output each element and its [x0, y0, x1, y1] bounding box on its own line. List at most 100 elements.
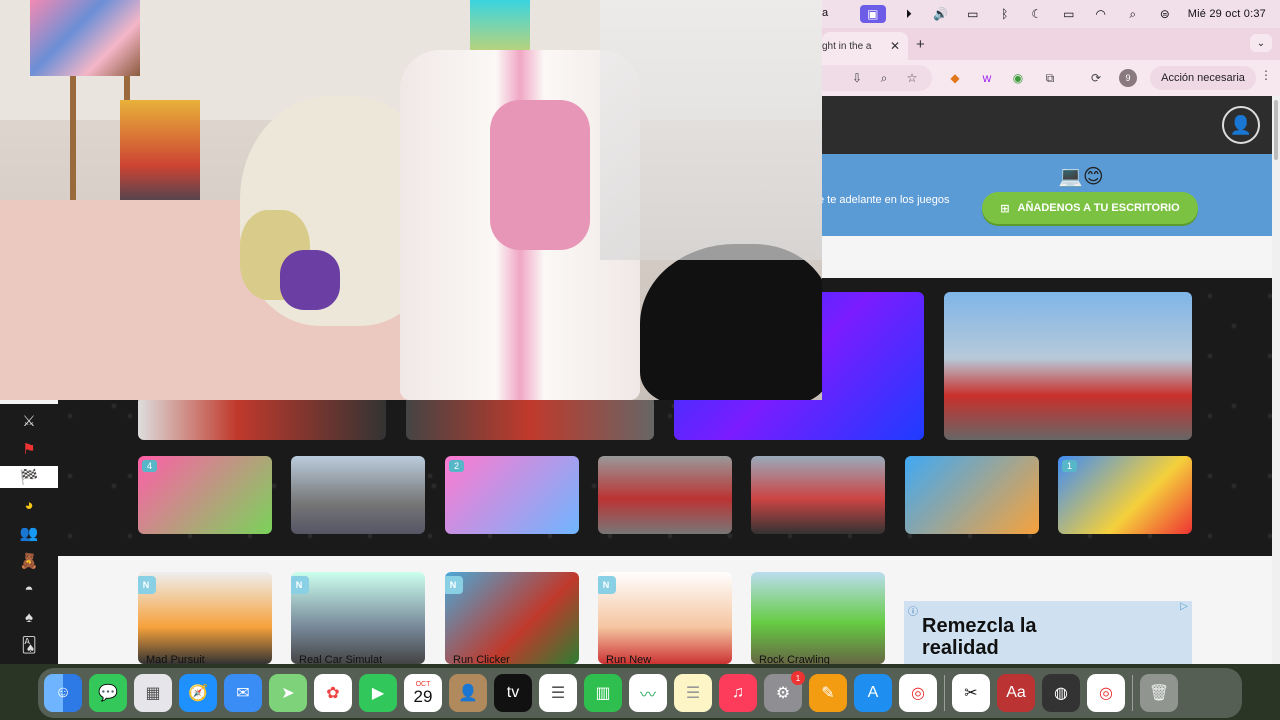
new-tab-button[interactable]: +: [916, 36, 925, 53]
facetime-icon[interactable]: ▶: [359, 674, 397, 712]
game-tile-new-4[interactable]: N Run New: [598, 572, 732, 664]
game-tile-new-5[interactable]: Rock Crawling: [751, 572, 885, 664]
webcam-overlay: [0, 0, 822, 400]
numbers-icon[interactable]: ▥: [584, 674, 622, 712]
sync-icon[interactable]: ⟳: [1087, 69, 1105, 87]
ad-headline: Remezcla la realidad: [922, 615, 1037, 659]
game-tile-kart-2[interactable]: [406, 396, 654, 440]
freeform-icon[interactable]: 〰: [629, 674, 667, 712]
new-badge: N: [598, 576, 616, 594]
game-tile-7[interactable]: 1: [1058, 456, 1192, 534]
game-tile-kart[interactable]: [138, 396, 386, 440]
game-tile-new-3[interactable]: N Run Clicker: [445, 572, 579, 664]
play-icon[interactable]: ⏵: [900, 7, 918, 21]
ad-close-icon[interactable]: ▷: [1180, 601, 1188, 612]
search-icon[interactable]: ⌕: [1124, 7, 1142, 21]
add-to-desktop-button[interactable]: ⊞ AÑADENOS A TU ESCRITORIO: [982, 192, 1198, 224]
capcut-icon[interactable]: ✂: [952, 674, 990, 712]
chat-extension-icon[interactable]: ◉: [1009, 69, 1027, 87]
pacman-icon[interactable]: ◕: [17, 494, 41, 516]
laptop-emoji-icon: 💻😊: [1058, 166, 1104, 188]
game-tile-6[interactable]: [905, 456, 1039, 534]
volume-icon[interactable]: 🔊: [932, 7, 950, 21]
adchoices-icon[interactable]: ⓘ: [908, 603, 918, 618]
maps-icon[interactable]: ➤: [269, 674, 307, 712]
control-center-icon[interactable]: ⊜: [1156, 7, 1174, 21]
user-account-icon[interactable]: 👤: [1222, 106, 1260, 144]
ad-title-line2: realidad: [922, 637, 999, 659]
profile-avatar[interactable]: 9: [1119, 69, 1137, 87]
chrome-icon[interactable]: ◎: [899, 674, 937, 712]
swords-icon[interactable]: ⚔: [17, 410, 41, 432]
game-tile-new-2[interactable]: N Real Car Simulat: [291, 572, 425, 664]
obs-icon[interactable]: ◍: [1042, 674, 1080, 712]
reminders-icon[interactable]: ☰: [539, 674, 577, 712]
flag-icon[interactable]: ⚑: [17, 438, 41, 460]
metamask-extension-icon[interactable]: ◆: [946, 69, 964, 87]
game-tile-4[interactable]: [598, 456, 732, 534]
game-title: Real Car Simulat: [299, 654, 383, 664]
contacts-icon[interactable]: 👤: [449, 674, 487, 712]
tab-search-button[interactable]: ⌄: [1250, 34, 1272, 52]
calendar-icon[interactable]: OCT 29: [404, 674, 442, 712]
category-sidebar: ⚔ ⚑ 🏁 ◕ 👥 🧸 ◓ ♠ 🂡: [0, 404, 58, 664]
scrollbar-thumb[interactable]: [1274, 100, 1278, 160]
players-badge: 4: [142, 460, 158, 472]
game-tile-1[interactable]: 4: [138, 456, 272, 534]
display-icon[interactable]: ▭: [964, 7, 982, 21]
safari-icon[interactable]: 🧭: [179, 674, 217, 712]
app-store-icon[interactable]: A: [854, 674, 892, 712]
two-players-icon[interactable]: 👥: [17, 522, 41, 544]
screen-record-icon[interactable]: ▣: [859, 5, 886, 23]
mail-icon[interactable]: ✉: [224, 674, 262, 712]
moon-icon[interactable]: ☾: [1028, 7, 1046, 21]
chair-pillow: [490, 100, 590, 250]
launchpad-icon[interactable]: ▦: [134, 674, 172, 712]
menubar-clock[interactable]: Mié 29 oct 0:37: [1188, 8, 1266, 20]
apple-tv-icon[interactable]: tv: [494, 674, 532, 712]
action-required-button[interactable]: Acción necesaria: [1150, 66, 1256, 90]
page-scrollbar[interactable]: [1272, 96, 1280, 664]
bluetooth-icon[interactable]: ᛒ: [996, 7, 1014, 21]
photos-icon[interactable]: ✿: [314, 674, 352, 712]
dictionary-icon[interactable]: Aa: [997, 674, 1035, 712]
players-badge: 1: [1062, 460, 1078, 472]
trash-icon[interactable]: 🗑: [1140, 674, 1178, 712]
install-app-icon[interactable]: ⇩: [848, 69, 866, 87]
game-title: Mad Pursuit: [146, 654, 205, 664]
tab-active[interactable]: ght in the a ✕: [822, 32, 908, 60]
notes-icon[interactable]: ☰: [674, 674, 712, 712]
cards-icon[interactable]: 🂡: [17, 634, 41, 656]
tab-title: ght in the a: [822, 40, 872, 52]
game-tile-f1-racing[interactable]: [944, 292, 1192, 440]
painting-canvas: [30, 0, 140, 76]
pages-icon[interactable]: ✎: [809, 674, 847, 712]
tab-close-icon[interactable]: ✕: [890, 39, 900, 53]
game-tile-3[interactable]: 2: [445, 456, 579, 534]
music-icon[interactable]: ♫: [719, 674, 757, 712]
pokeball-icon[interactable]: ◓: [17, 578, 41, 600]
game-title: Rock Crawling: [759, 654, 830, 664]
game-title: Run Clicker: [453, 654, 510, 664]
poster: [120, 100, 200, 210]
new-badge: N: [138, 576, 156, 594]
game-tile-5[interactable]: [751, 456, 885, 534]
battery-icon[interactable]: ▭: [1060, 7, 1078, 21]
messages-icon[interactable]: 💬: [89, 674, 127, 712]
menubar-app-partial[interactable]: a: [822, 7, 828, 19]
finder-icon[interactable]: ☺: [44, 674, 82, 712]
browser-menu-icon[interactable]: ⋮: [1260, 68, 1272, 82]
game-tile-2[interactable]: [291, 456, 425, 534]
system-settings-icon[interactable]: ⚙ 1: [764, 671, 805, 712]
spade-icon[interactable]: ♠: [17, 606, 41, 628]
extension-w-icon[interactable]: w: [978, 69, 996, 87]
chrome-alt-icon[interactable]: ◎: [1087, 674, 1125, 712]
game-tile-new-1[interactable]: N Mad Pursuit: [138, 572, 272, 664]
zoom-icon[interactable]: ⌕: [875, 69, 893, 87]
wifi-icon[interactable]: ◠: [1092, 7, 1110, 21]
racing-flag-icon[interactable]: 🏁: [0, 466, 58, 488]
bookmark-star-icon[interactable]: ☆: [903, 69, 921, 87]
bear-icon[interactable]: 🧸: [17, 550, 41, 572]
advertisement[interactable]: ⓘ ▷ Remezcla la realidad: [904, 601, 1192, 664]
extensions-puzzle-icon[interactable]: ⧉: [1041, 69, 1059, 87]
